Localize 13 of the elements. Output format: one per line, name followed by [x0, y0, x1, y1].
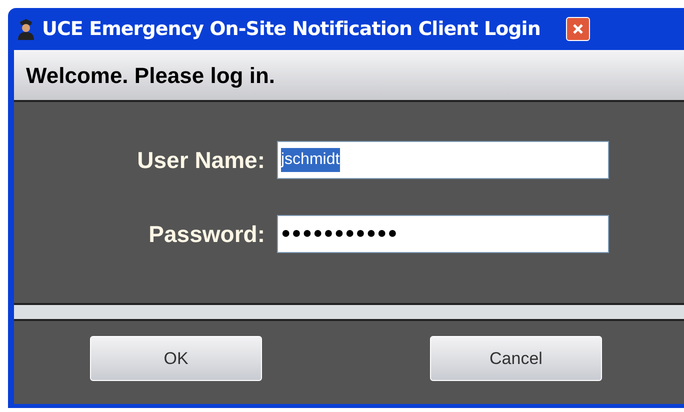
window-title: UCE Emergency On-Site Notification Client Login	[42, 16, 540, 42]
field-value: jschmidt	[281, 148, 340, 172]
field-value: ●●●●●●●●●●●	[281, 224, 398, 244]
input-field[interactable]: jschmidt	[277, 141, 609, 179]
close-button[interactable]	[566, 17, 590, 41]
dialog-button[interactable]: Cancel	[430, 336, 602, 381]
field-label: User Name:	[136, 146, 266, 175]
close-icon	[572, 23, 584, 35]
dialog-button[interactable]: OK	[90, 336, 262, 381]
officer-icon	[16, 18, 36, 40]
welcome-heading: Welcome. Please log in.	[26, 62, 276, 90]
input-field[interactable]: ●●●●●●●●●●●	[277, 215, 609, 253]
field-label: Password:	[148, 220, 266, 249]
